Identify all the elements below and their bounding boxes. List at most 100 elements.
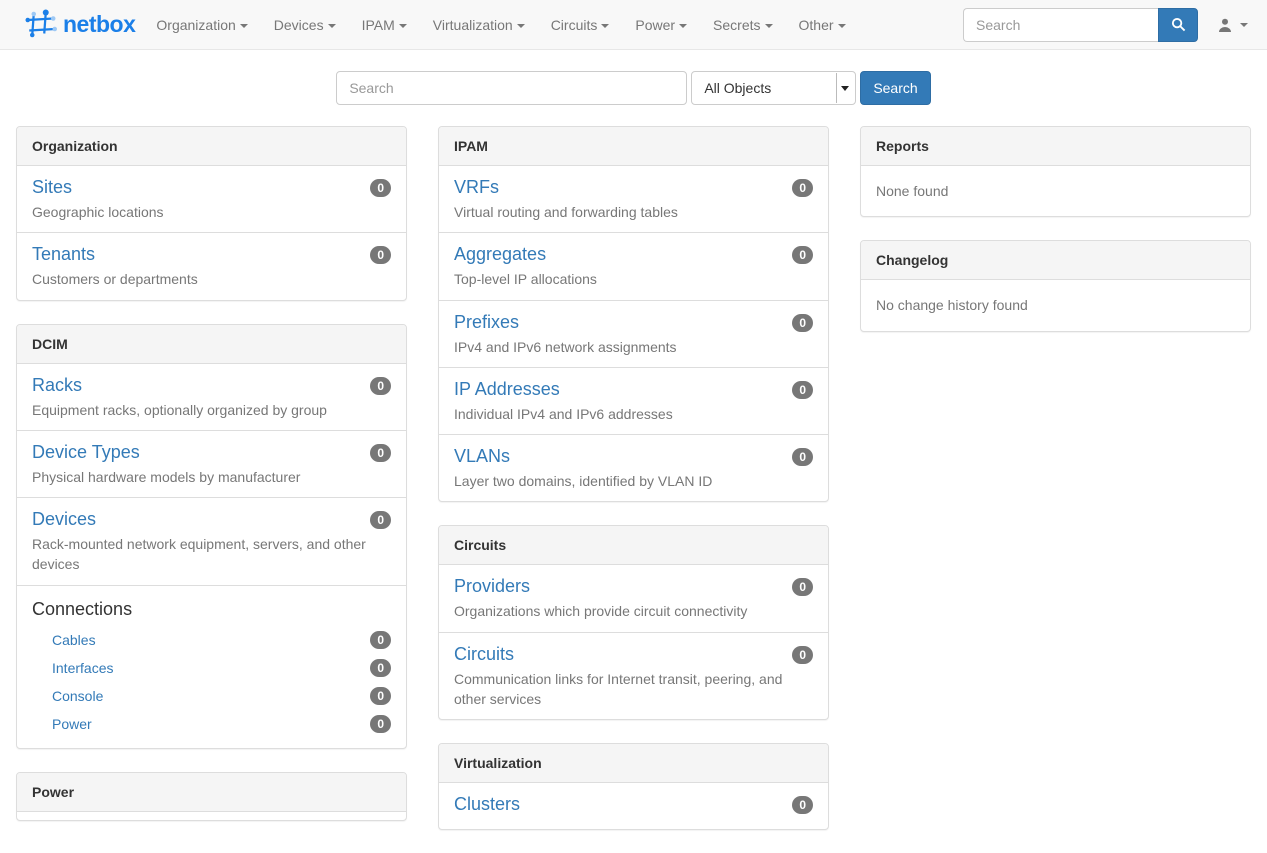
item-description: Organizations which provide circuit conn… [454, 601, 813, 621]
list-item: 0 Providers Organizations which provide ci… [439, 565, 828, 631]
subsection-link-row: Power0 [32, 710, 391, 738]
item-link-vlans[interactable]: VLANs [454, 446, 510, 466]
count-badge: 0 [792, 246, 813, 264]
object-type-select[interactable]: All Objects [691, 71, 856, 105]
panel-title: DCIM [17, 325, 406, 364]
nav-label: Other [799, 17, 834, 33]
count-badge: 0 [370, 659, 391, 677]
list-item: 0AggregatesTop-level IP allocations [439, 232, 828, 299]
list-item: 0DevicesRack-mounted network equipment, … [17, 497, 406, 585]
column-2: IPAM0VRFsVirtual routing and forwarding … [438, 126, 829, 853]
item-link-device-types[interactable]: Device Types [32, 442, 140, 462]
brand[interactable]: netbox [24, 8, 135, 41]
nav-label: IPAM [362, 17, 395, 33]
navbar-search-group [963, 8, 1198, 42]
caret-down-icon [328, 24, 336, 28]
panel-body-text: No change history found [861, 280, 1250, 330]
nav-link-power[interactable]: Power [622, 2, 700, 48]
item-description: Customers or departments [32, 269, 391, 289]
navbar-right [963, 8, 1252, 42]
global-search-form: All Objects Search [0, 71, 1267, 105]
caret-down-icon [240, 24, 248, 28]
list-item: 0Clusters [439, 783, 828, 829]
search-icon [1171, 17, 1186, 32]
global-search-button[interactable]: Search [860, 71, 930, 105]
item-link-sites[interactable]: Sites [32, 177, 72, 197]
count-badge: 0 [370, 246, 391, 264]
nav-item-secrets: Secrets [700, 2, 785, 48]
item-heading: Aggregates [454, 243, 813, 265]
count-badge: 0 [370, 377, 391, 395]
panel-power: Power [16, 772, 407, 821]
item-link-vrfs[interactable]: VRFs [454, 177, 499, 197]
nav-label: Power [635, 17, 675, 33]
count-badge: 0 [370, 687, 391, 705]
item-heading: Circuits [454, 643, 813, 665]
nav-link-ipam[interactable]: IPAM [349, 2, 420, 48]
count-badge: 0 [792, 314, 813, 332]
panel-reports: ReportsNone found [860, 126, 1251, 217]
dashboard-columns: Organization0SitesGeographic locations0T… [0, 126, 1267, 853]
nav-item-power: Power [622, 2, 700, 48]
panel-organization: Organization0SitesGeographic locations0T… [16, 126, 407, 301]
item-heading: Prefixes [454, 311, 813, 333]
item-heading: Device Types [32, 441, 391, 463]
global-search-input[interactable] [336, 71, 687, 105]
nav-link-devices[interactable]: Devices [261, 2, 349, 48]
nav-label: Organization [156, 17, 235, 33]
subsection-link-cables[interactable]: Cables [52, 632, 96, 648]
item-description: Equipment racks, optionally organized by… [32, 400, 391, 420]
item-link-providers[interactable]: Providers [454, 576, 530, 596]
panel-body-text: None found [861, 166, 1250, 216]
panel-title: Power [17, 773, 406, 812]
list-item: 0 IP Addresses Individual IPv4 and IPv6 ad… [439, 367, 828, 434]
netbox-logo-icon [24, 8, 57, 41]
count-badge: 0 [792, 578, 813, 596]
subsection-link-interfaces[interactable]: Interfaces [52, 660, 113, 676]
item-link-clusters[interactable]: Clusters [454, 794, 520, 814]
item-link-devices[interactable]: Devices [32, 509, 96, 529]
panel-ipam: IPAM0VRFsVirtual routing and forwarding … [438, 126, 829, 502]
item-description: Individual IPv4 and IPv6 addresses [454, 404, 813, 424]
subsection-link-power[interactable]: Power [52, 716, 92, 732]
panel-dcim: DCIM 0 Racks Equipment racks, optionally or… [16, 324, 407, 749]
nav-label: Virtualization [433, 17, 513, 33]
item-link-tenants[interactable]: Tenants [32, 244, 95, 264]
navbar-search-input[interactable] [963, 8, 1158, 42]
subsection-title: Connections [32, 598, 391, 620]
nav-link-circuits[interactable]: Circuits [538, 2, 623, 48]
panel-virtualization: Virtualization0Clusters [438, 743, 829, 830]
nav-item-ipam: IPAM [349, 2, 420, 48]
nav-link-secrets[interactable]: Secrets [700, 2, 785, 48]
subsection-link-console[interactable]: Console [52, 688, 103, 704]
count-badge: 0 [792, 381, 813, 399]
subsection-link-row: Cables0 [32, 626, 391, 654]
nav-link-virtualization[interactable]: Virtualization [420, 2, 538, 48]
list-item: 0VLANsLayer two domains, identified by V… [439, 434, 828, 501]
nav-item-virtualization: Virtualization [420, 2, 538, 48]
navbar-search-button[interactable] [1158, 8, 1198, 42]
item-link-prefixes[interactable]: Prefixes [454, 312, 519, 332]
item-link-aggregates[interactable]: Aggregates [454, 244, 546, 264]
caret-down-icon [765, 24, 773, 28]
item-heading: Sites [32, 176, 391, 198]
brand-label: netbox [63, 11, 135, 38]
nav-link-other[interactable]: Other [786, 2, 859, 48]
item-description: Geographic locations [32, 202, 391, 222]
panel-title: Changelog [861, 241, 1250, 280]
item-link-circuits[interactable]: Circuits [454, 644, 514, 664]
nav-item-devices: Devices [261, 2, 349, 48]
navbar: netbox Organization Devices IPAM Virtualiza… [0, 0, 1267, 50]
panel-body [17, 812, 406, 820]
user-icon [1218, 18, 1232, 32]
item-link-ip-addresses[interactable]: IP Addresses [454, 379, 560, 399]
nav-item-organization: Organization [143, 2, 260, 48]
nav-link-organization[interactable]: Organization [143, 2, 260, 48]
item-heading: Racks [32, 374, 391, 396]
count-badge: 0 [792, 448, 813, 466]
list-item: 0Device TypesPhysical hardware models by… [17, 430, 406, 497]
user-menu[interactable] [1214, 18, 1252, 32]
subsection-link-row: Console 0 [32, 682, 391, 710]
item-link-racks[interactable]: Racks [32, 375, 82, 395]
list-item: 0SitesGeographic locations [17, 166, 406, 232]
